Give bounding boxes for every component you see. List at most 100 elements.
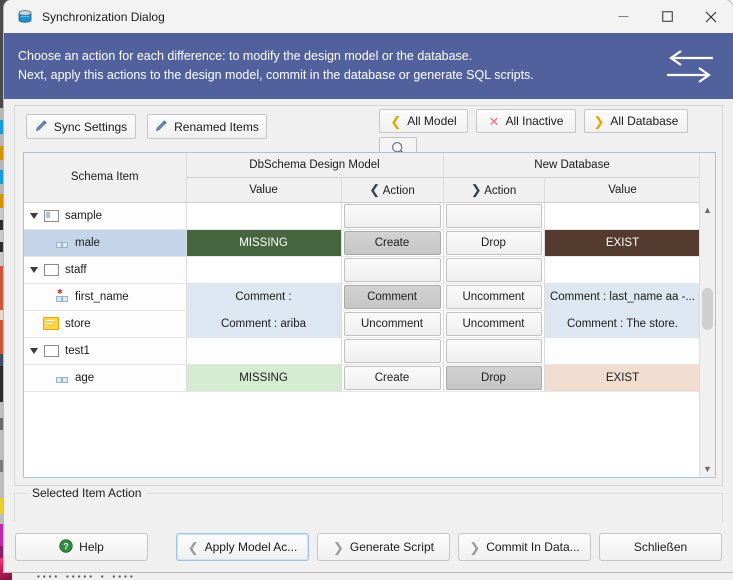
row-model-action[interactable]: Create — [341, 364, 444, 392]
row-schema-item[interactable]: age — [24, 364, 187, 392]
sync-settings-button[interactable]: Sync Settings — [26, 114, 136, 139]
scroll-down-icon[interactable]: ▼ — [700, 461, 715, 477]
title-bar: Synchronization Dialog — [4, 0, 733, 33]
row-db-action[interactable]: Drop — [443, 364, 545, 392]
pencil-icon — [155, 119, 168, 135]
row-model-action[interactable] — [341, 337, 444, 365]
header-new-database[interactable]: New Database — [443, 153, 702, 178]
model-action-button[interactable] — [343, 203, 441, 228]
row-db-action[interactable] — [443, 256, 545, 284]
row-schema-item[interactable]: male — [24, 229, 187, 257]
expand-arrow-icon[interactable] — [30, 212, 38, 219]
apply-model-actions-button[interactable]: ❮ Apply Model Ac... — [176, 533, 309, 561]
dialog-body: Sync Settings Renamed Items ❮ All Model … — [4, 99, 733, 572]
pencil-icon — [35, 119, 48, 135]
model-action-button[interactable] — [343, 338, 441, 363]
apply-model-label: Apply Model Ac... — [204, 540, 298, 554]
comment-icon — [43, 317, 59, 330]
model-action-button[interactable] — [343, 257, 441, 282]
row-model-action[interactable]: Uncomment — [341, 310, 444, 338]
database-icon — [17, 9, 33, 25]
model-action-button[interactable]: Create — [343, 230, 441, 255]
chevron-left-icon: ❮ — [390, 113, 402, 129]
table-body[interactable]: sample male MISSING Create Drop EXIST staff ✱… — [24, 202, 715, 392]
row-schema-item[interactable]: test1 — [24, 337, 187, 365]
renamed-items-button[interactable]: Renamed Items — [147, 114, 267, 139]
expand-arrow-icon[interactable] — [30, 347, 38, 354]
table-icon — [44, 344, 59, 357]
row-schema-item[interactable]: store — [24, 310, 187, 338]
close-label: Schließen — [633, 540, 688, 554]
close-icon[interactable] — [689, 0, 733, 33]
all-model-button[interactable]: ❮ All Model — [379, 109, 468, 133]
key-marker-icon: ✱ — [57, 288, 63, 296]
minimize-icon[interactable] — [601, 0, 645, 33]
selected-item-action-title: Selected Item Action — [27, 486, 147, 500]
row-schema-item[interactable]: staff — [24, 256, 187, 284]
row-name-label: test1 — [65, 344, 90, 357]
row-name-label: first_name — [75, 290, 129, 303]
header-model-action[interactable]: ❮ Action — [341, 177, 444, 203]
scrollbar-thumb[interactable] — [702, 288, 713, 330]
db-action-button[interactable]: Drop — [445, 365, 542, 390]
row-db-value: Comment : The store. — [544, 310, 702, 338]
row-db-action[interactable]: Uncomment — [443, 310, 545, 338]
help-button[interactable]: ? Help — [15, 533, 148, 561]
header-db-value[interactable]: Value — [544, 177, 702, 203]
row-db-action[interactable]: Uncomment — [443, 283, 545, 311]
scroll-up-icon[interactable]: ▲ — [700, 202, 715, 218]
generate-script-button[interactable]: ❯ Generate Script — [317, 533, 450, 561]
all-model-label: All Model — [407, 114, 457, 128]
column-icon — [56, 373, 69, 383]
row-db-action[interactable] — [443, 202, 545, 230]
banner-line-1: Choose an action for each difference: to… — [18, 49, 473, 63]
row-model-value: MISSING — [186, 229, 342, 257]
all-inactive-label: All Inactive — [505, 114, 564, 128]
db-action-button[interactable] — [445, 338, 542, 363]
row-model-action[interactable]: Create — [341, 229, 444, 257]
table-row[interactable]: male MISSING Create Drop EXIST — [24, 229, 715, 257]
window-controls — [601, 0, 733, 33]
row-db-value: EXIST — [544, 364, 702, 392]
chevron-right-icon: ❯ — [333, 539, 344, 555]
footer-button-bar: ? Help ❮ Apply Model Ac... ❯ Generate Sc… — [4, 522, 733, 572]
header-model-value[interactable]: Value — [186, 177, 342, 203]
all-database-button[interactable]: ❯ All Database — [584, 109, 688, 133]
close-button[interactable]: Schließen — [599, 533, 722, 561]
all-inactive-button[interactable]: ✕ All Inactive — [476, 109, 576, 133]
table-row[interactable]: age MISSING Create Drop EXIST — [24, 364, 715, 392]
header-schema-item[interactable]: Schema Item — [24, 153, 187, 203]
db-action-button[interactable] — [445, 257, 542, 282]
db-action-button[interactable]: Uncomment — [445, 284, 542, 309]
row-name-label: staff — [65, 263, 87, 276]
row-model-value — [186, 256, 342, 284]
table-row[interactable]: sample — [24, 202, 715, 230]
model-action-button[interactable]: Create — [343, 365, 441, 390]
row-model-action[interactable] — [341, 256, 444, 284]
table-row[interactable]: ✱ first_name Comment : Comment Uncomment Comm… — [24, 283, 715, 311]
db-action-button[interactable]: Uncomment — [445, 311, 542, 336]
table-row[interactable]: store Comment : ariba Uncomment Uncomment Co… — [24, 310, 715, 338]
background-window-text: ▪▪▪▪ ▪▪▪▪▪ ▪ ▪▪▪▪ — [36, 573, 135, 580]
row-model-action[interactable] — [341, 202, 444, 230]
table-row[interactable]: staff — [24, 256, 715, 284]
commit-in-database-button[interactable]: ❯ Commit In Data... — [458, 533, 591, 561]
row-schema-item[interactable]: ✱ first_name — [24, 283, 187, 311]
differences-table[interactable]: Schema Item DbSchema Design Model New Da… — [23, 152, 716, 478]
instruction-banner: Choose an action for each difference: to… — [4, 33, 733, 99]
row-db-action[interactable]: Drop — [443, 229, 545, 257]
row-model-action[interactable]: Comment — [341, 283, 444, 311]
expand-arrow-icon[interactable] — [30, 266, 38, 273]
table-row[interactable]: test1 — [24, 337, 715, 365]
model-action-button[interactable]: Uncomment — [343, 311, 441, 336]
db-action-button[interactable]: Drop — [445, 230, 542, 255]
maximize-icon[interactable] — [645, 0, 689, 33]
row-schema-item[interactable]: sample — [24, 202, 187, 230]
row-db-action[interactable] — [443, 337, 545, 365]
header-design-model[interactable]: DbSchema Design Model — [186, 153, 444, 178]
db-action-button[interactable] — [445, 203, 542, 228]
header-db-action[interactable]: ❯ Action — [443, 177, 545, 203]
table-vertical-scrollbar[interactable]: ▲ ▼ — [699, 153, 715, 477]
model-action-button[interactable]: Comment — [343, 284, 441, 309]
sync-settings-label: Sync Settings — [53, 119, 128, 134]
